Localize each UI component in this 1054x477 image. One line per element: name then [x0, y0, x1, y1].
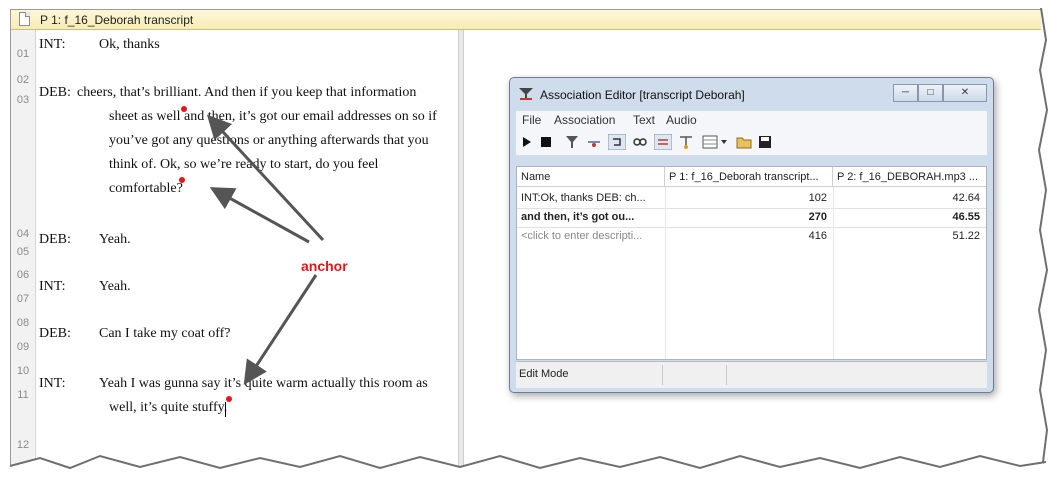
torn-edge-decoration	[0, 7, 1054, 477]
